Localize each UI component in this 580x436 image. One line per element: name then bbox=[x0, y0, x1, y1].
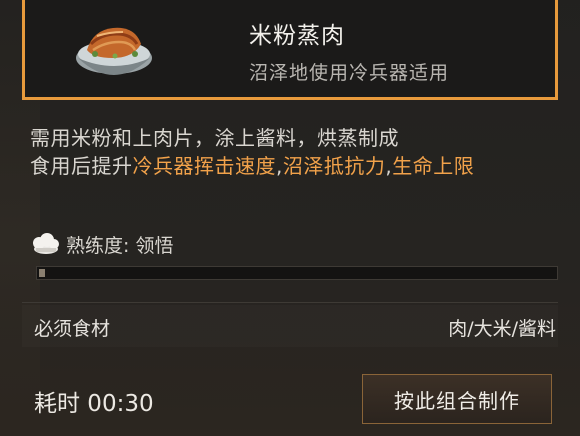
recipe-detail-panel: 米粉蒸肉 沼泽地使用冷兵器适用 需用米粉和上肉片，涂上酱料，烘蒸制成 食用后提升… bbox=[0, 0, 580, 436]
recipe-title: 米粉蒸肉 bbox=[249, 23, 345, 49]
craft-button[interactable]: 按此组合制作 bbox=[362, 374, 552, 424]
effects-prefix: 食用后提升 bbox=[30, 154, 133, 178]
buff-melee-swing-speed: 冷兵器挥击速度 bbox=[132, 154, 276, 178]
proficiency-progress-fill bbox=[39, 269, 45, 277]
cook-time: 耗时 00:30 bbox=[34, 391, 154, 417]
recipe-subtitle: 沼泽地使用冷兵器适用 bbox=[249, 62, 450, 84]
ingredients-label: 必须食材 bbox=[34, 318, 111, 340]
recipe-description: 需用米粉和上肉片，涂上酱料，烘蒸制成 食用后提升冷兵器挥击速度,沼泽抵抗力,生命… bbox=[30, 124, 560, 180]
description-line-1: 需用米粉和上肉片，涂上酱料，烘蒸制成 bbox=[30, 126, 399, 150]
buff-max-health: 生命上限 bbox=[392, 154, 475, 178]
description-effects: 食用后提升冷兵器挥击速度,沼泽抵抗力,生命上限 bbox=[30, 152, 560, 180]
proficiency-label: 熟练度: 领悟 bbox=[66, 234, 174, 257]
chef-hat-icon bbox=[33, 233, 59, 254]
recipe-header-card[interactable]: 米粉蒸肉 沼泽地使用冷兵器适用 bbox=[22, 0, 558, 100]
proficiency-progress-bar bbox=[36, 266, 558, 280]
dish-bowl-icon bbox=[76, 27, 152, 75]
proficiency-row: 熟练度: 领悟 bbox=[30, 230, 173, 258]
separator: , bbox=[276, 154, 283, 178]
section-divider bbox=[22, 302, 558, 303]
buff-swamp-resistance: 沼泽抵抗力 bbox=[282, 154, 386, 178]
ingredients-list: 肉/大米/酱料 bbox=[448, 318, 556, 340]
